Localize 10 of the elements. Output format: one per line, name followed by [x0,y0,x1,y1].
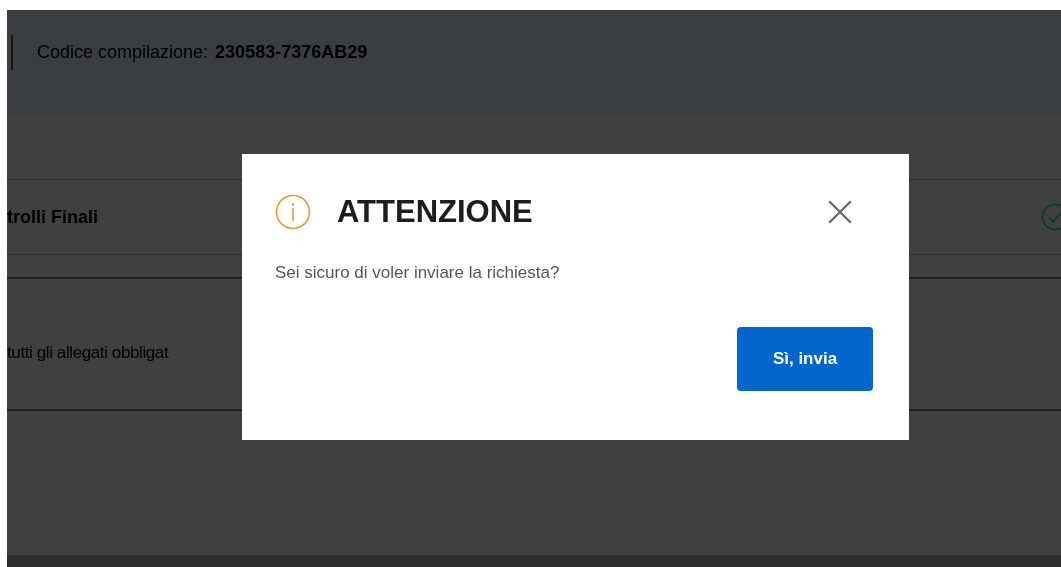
close-icon [827,199,853,225]
dialog-message: Sei sicuro di voler inviare la richiesta? [275,263,561,283]
confirm-button[interactable]: Sì, invia [737,327,873,391]
section-title: trolli Finali [7,206,98,228]
close-button[interactable] [827,199,853,225]
section-note: tutti gli allegati obbligat [7,343,169,363]
info-icon [275,194,311,230]
dialog-title: ATTENZIONE [337,194,534,230]
code-value: 230583-7376AB29 [215,42,368,63]
code-label: Codice compilazione: [37,42,209,63]
